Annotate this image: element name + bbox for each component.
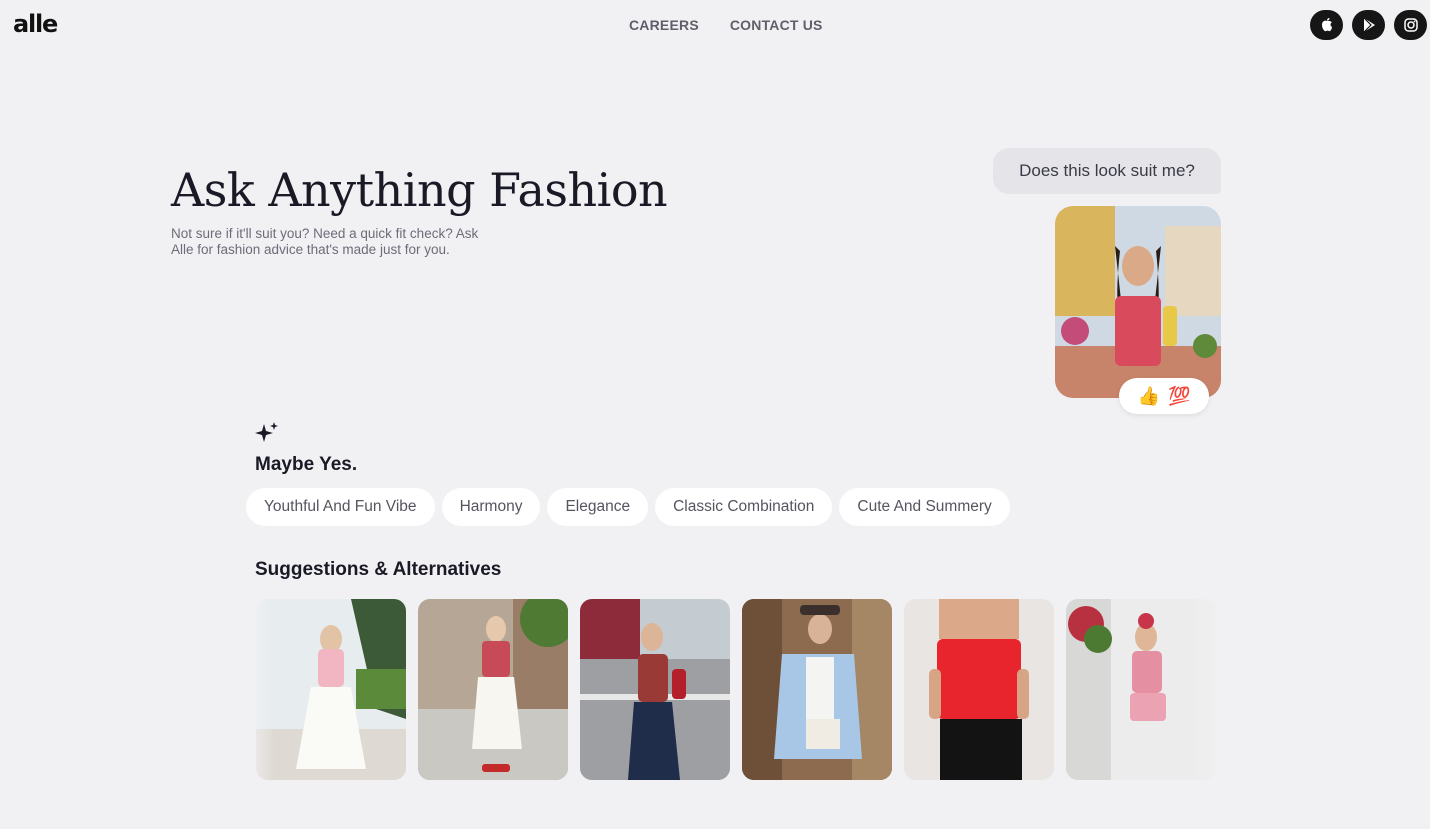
tag-chip[interactable]: Cute And Summery [839, 488, 1010, 526]
apple-icon[interactable] [1310, 10, 1343, 40]
nav-careers-link[interactable]: CAREERS [629, 17, 699, 33]
hero-title: Ask Anything Fashion [171, 163, 668, 217]
chat-question-bubble: Does this look suit me? [993, 148, 1221, 194]
reaction-badge: 👍 💯 [1119, 378, 1209, 414]
carousel-fade-right [1190, 599, 1230, 780]
verdict-tags: Youthful And Fun Vibe Harmony Elegance C… [246, 488, 1010, 526]
suggestion-item[interactable] [418, 599, 568, 780]
user-outfit-photo [1055, 206, 1221, 398]
thumbs-up-icon: 👍 [1137, 385, 1160, 406]
suggestion-item[interactable] [742, 599, 892, 780]
hundred-points-icon: 💯 [1168, 385, 1191, 406]
suggestion-item[interactable] [580, 599, 730, 780]
suggestion-item[interactable] [256, 599, 406, 780]
sparkle-icon [255, 422, 278, 442]
tag-chip[interactable]: Elegance [547, 488, 649, 526]
tag-chip[interactable]: Classic Combination [655, 488, 833, 526]
suggestion-item[interactable] [904, 599, 1054, 780]
tag-chip[interactable]: Youthful And Fun Vibe [246, 488, 435, 526]
play-store-icon[interactable] [1352, 10, 1385, 40]
tag-chip[interactable]: Harmony [441, 488, 541, 526]
brand-logo[interactable]: alle [13, 10, 58, 38]
verdict-title: Maybe Yes. [255, 454, 358, 475]
suggestions-carousel [256, 599, 1216, 780]
carousel-fade-left [244, 599, 274, 780]
top-nav: CAREERS CONTACT US [629, 17, 823, 33]
nav-contact-link[interactable]: CONTACT US [730, 17, 823, 33]
instagram-icon[interactable] [1394, 10, 1427, 40]
social-links [1310, 10, 1427, 40]
hero-subtitle: Not sure if it'll suit you? Need a quick… [171, 226, 479, 257]
suggestions-title: Suggestions & Alternatives [255, 559, 502, 580]
